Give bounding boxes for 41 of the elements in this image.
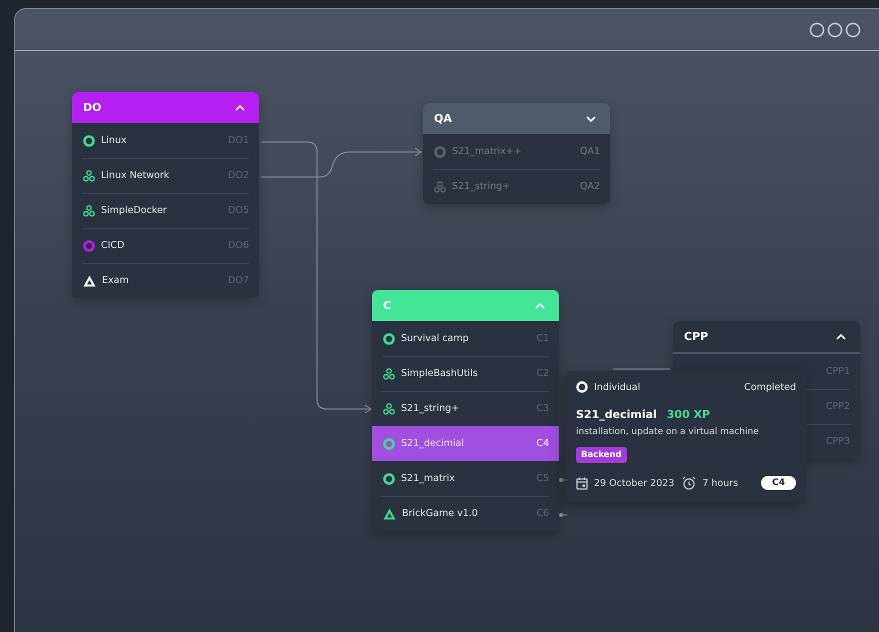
project-name: SimpleBashUtils [401,368,479,379]
project-description: installation, update on a virtual machine [576,427,760,437]
group-title: DO [83,101,102,114]
project-code: CPP2 [826,401,850,412]
project-name: Linux [101,135,128,146]
group-title: CPP [684,330,708,343]
project-date: 29 October 2023 [594,478,674,488]
project-code: DO6 [228,240,249,251]
project-code: DO1 [228,135,249,146]
project-name: S21_matrix++ [452,146,523,157]
project-duration: 7 hours [702,478,738,488]
project-name: Exam [102,275,130,286]
project-code-label: C4 [761,476,796,490]
project-code: C4 [536,438,549,449]
project-code: DO5 [228,205,249,216]
project-code: QA1 [580,146,600,157]
project-code: C5 [536,473,549,484]
project-type: Individual [594,382,640,392]
project-name: SimpleDocker [101,205,168,216]
group-title: QA [434,112,452,125]
project-name: Linux Network [101,170,170,181]
project-name: S21_string+ [452,181,512,192]
project-name: Survival camp [401,333,470,344]
project-name: CICD [101,240,126,251]
group-title: C [383,299,392,312]
project-code: DO2 [228,170,249,181]
project-name: S21_string+ [401,403,460,414]
project-code: C2 [536,368,549,379]
project-title: S21_decimial [576,408,657,421]
project-code: QA2 [580,181,600,192]
tag-label: Backend [576,447,627,463]
project-name: S21_matrix [401,473,456,484]
project-code: DO7 [228,275,249,286]
project-name: BrickGame v1.0 [402,508,479,519]
project-code: CPP3 [826,436,850,447]
xp-value: 300 XP [666,408,710,421]
project-code: C1 [536,333,549,344]
project-code: C3 [536,403,549,414]
project-code: C6 [536,508,549,519]
project-name: S21_decimial [401,438,465,449]
project-status: Completed [744,382,796,392]
